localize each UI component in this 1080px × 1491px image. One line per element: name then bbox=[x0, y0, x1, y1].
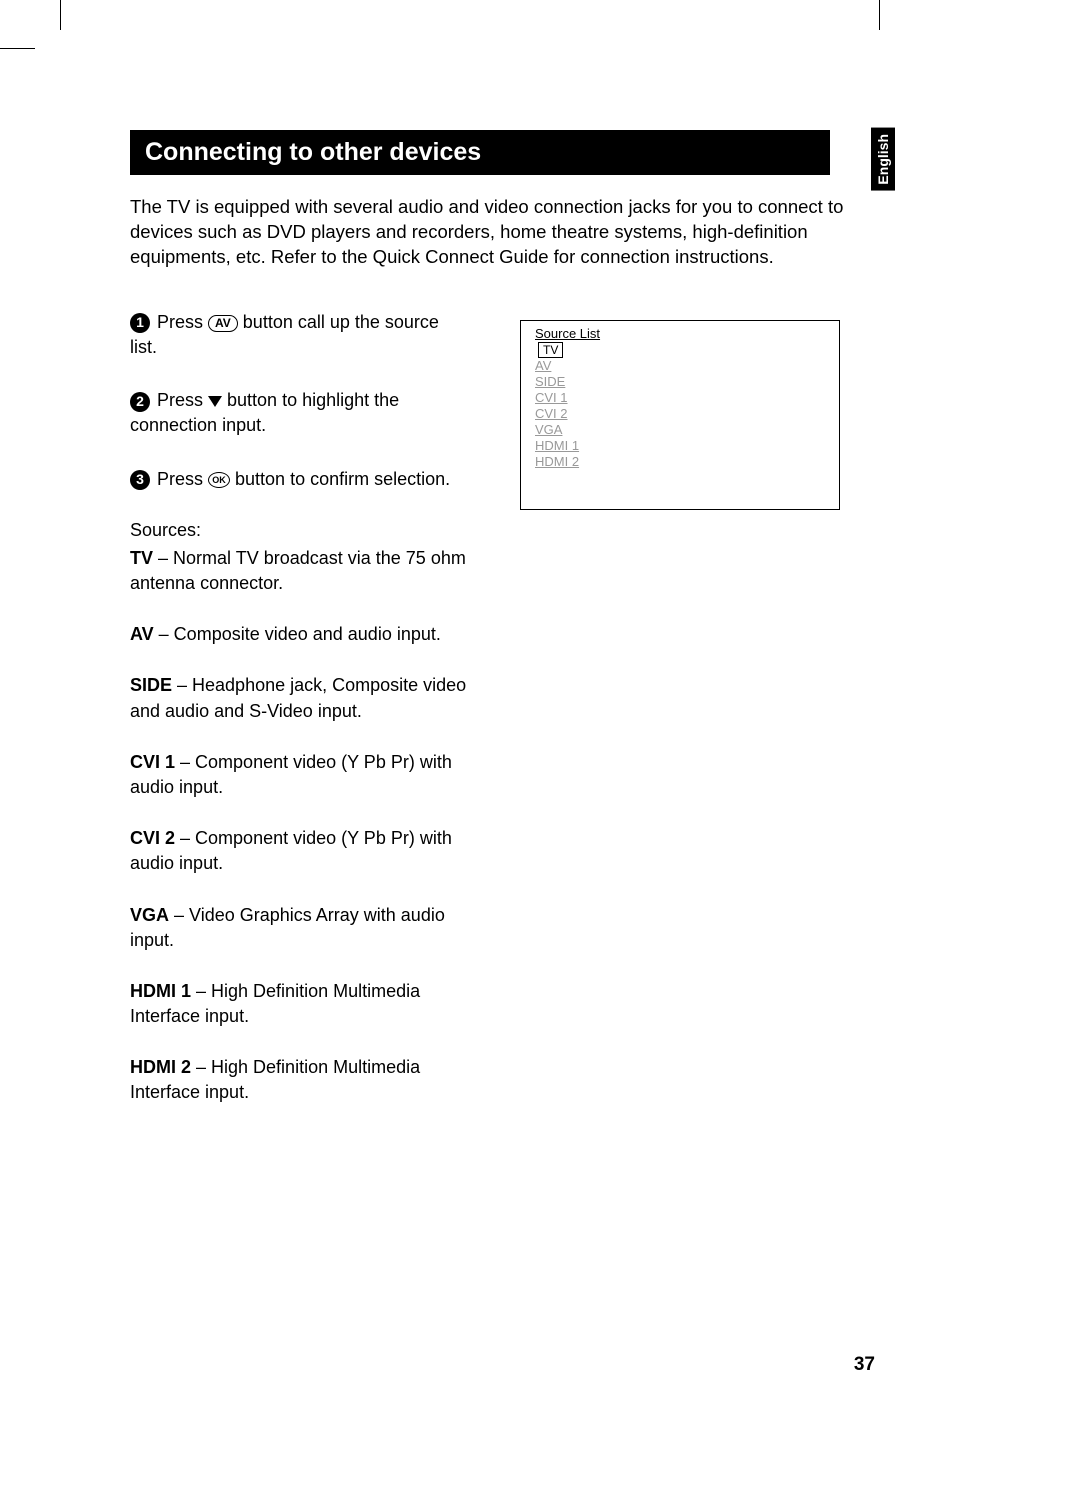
source-list-item: SIDE bbox=[535, 374, 565, 390]
source-list-item: CVI 2 bbox=[535, 406, 568, 422]
ok-button-icon: OK bbox=[208, 472, 230, 488]
source-list-item: CVI 1 bbox=[535, 390, 568, 406]
intro-paragraph: The TV is equipped with several audio an… bbox=[130, 195, 890, 270]
source-cvi2: CVI 2 – Component video (Y Pb Pr) with a… bbox=[130, 826, 470, 876]
source-list-item: HDMI 1 bbox=[535, 438, 579, 454]
sources-label: Sources: bbox=[130, 520, 470, 541]
source-hdmi2: HDMI 2 – High Definition Multimedia Inte… bbox=[130, 1055, 470, 1105]
page-number: 37 bbox=[854, 1354, 875, 1376]
source-list-item: AV bbox=[535, 358, 551, 374]
source-vga: VGA – Video Graphics Array with audio in… bbox=[130, 903, 470, 953]
source-side: SIDE – Headphone jack, Composite video a… bbox=[130, 673, 470, 723]
step-number-3-icon: 3 bbox=[130, 470, 150, 490]
crop-marks bbox=[0, 0, 1080, 60]
source-av: AV – Composite video and audio input. bbox=[130, 622, 470, 647]
source-list-header: Source List bbox=[528, 326, 832, 341]
source-list-item: VGA bbox=[535, 422, 562, 438]
source-cvi1: CVI 1 – Component video (Y Pb Pr) with a… bbox=[130, 750, 470, 800]
step-2: 2 Press button to highlight the connecti… bbox=[130, 388, 470, 438]
down-arrow-icon bbox=[208, 396, 222, 407]
source-list-item: HDMI 2 bbox=[535, 454, 579, 470]
step-number-1-icon: 1 bbox=[130, 313, 150, 333]
step-number-2-icon: 2 bbox=[130, 392, 150, 412]
section-title: Connecting to other devices bbox=[130, 130, 830, 175]
source-hdmi1: HDMI 1 – High Definition Multimedia Inte… bbox=[130, 979, 470, 1029]
source-list-selected: TV bbox=[538, 342, 563, 358]
step-1: 1 Press AV button call up the source lis… bbox=[130, 310, 470, 360]
source-list-diagram: Source List TV AV SIDE CVI 1 CVI 2 VGA H… bbox=[520, 320, 840, 510]
source-tv: TV – Normal TV broadcast via the 75 ohm … bbox=[130, 546, 470, 596]
step-3: 3 Press OK button to confirm selection. bbox=[130, 467, 470, 492]
av-button-icon: AV bbox=[208, 315, 238, 332]
